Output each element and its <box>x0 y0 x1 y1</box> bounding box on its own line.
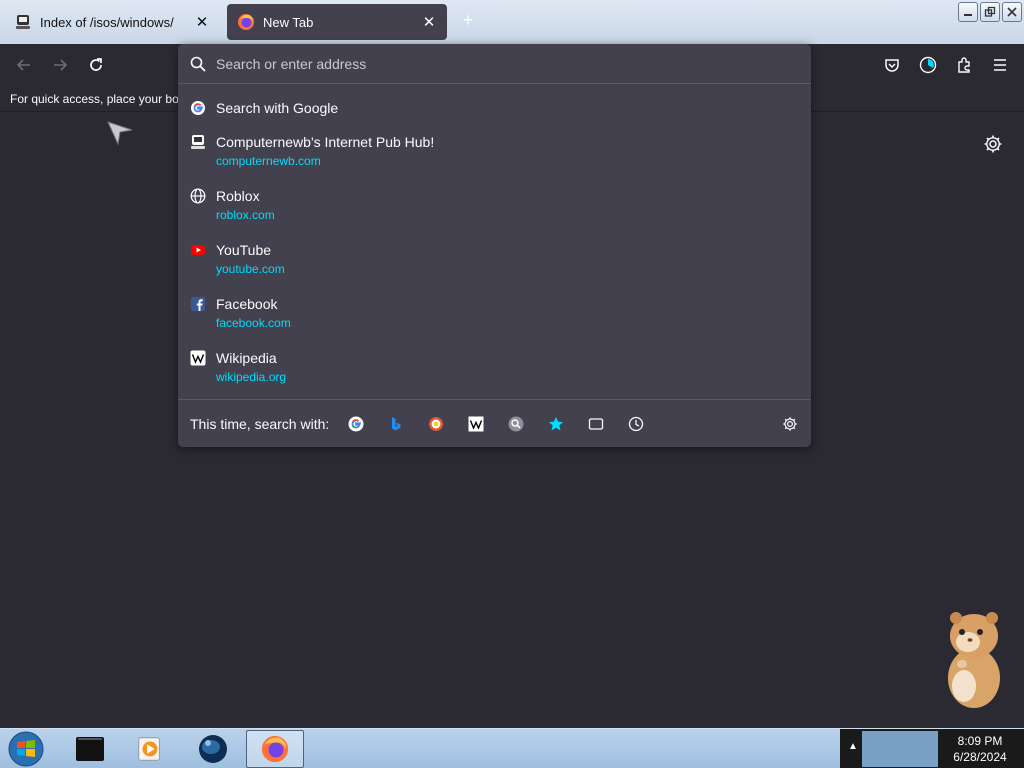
reload-button[interactable] <box>85 54 107 76</box>
menu-button[interactable] <box>989 54 1011 76</box>
search-engine-icon <box>508 416 524 432</box>
search-engine-button[interactable] <box>507 415 525 433</box>
account-button[interactable] <box>917 54 939 76</box>
close-icon <box>1007 7 1017 17</box>
result-title: YouTube <box>216 242 272 258</box>
result-title: Facebook <box>216 296 278 312</box>
result-url: wikipedia.org <box>216 370 287 384</box>
menu-icon <box>994 59 1006 71</box>
chevron-up-icon[interactable]: ▲ <box>848 741 858 755</box>
one-off-label: This time, search with: <box>190 416 330 432</box>
urlbar-results: Search with Google Computernewb's Intern… <box>178 94 811 398</box>
gear-icon <box>783 417 797 431</box>
result-title: Wikipedia <box>216 350 277 366</box>
search-suggestion[interactable]: Search with Google <box>178 94 811 128</box>
minimize-icon <box>964 14 972 16</box>
result-title: Roblox <box>216 188 260 204</box>
back-button[interactable] <box>13 54 35 76</box>
history-search-button[interactable] <box>627 415 645 433</box>
search-settings-button[interactable] <box>781 415 799 433</box>
tab-new-tab[interactable]: New Tab ✕ <box>227 4 447 40</box>
firefox-icon <box>261 735 289 763</box>
google-engine-button[interactable] <box>347 415 365 433</box>
bookmarks-search-button[interactable] <box>547 415 565 433</box>
taskbar-app-globe-browser[interactable] <box>185 730 241 768</box>
taskbar: ▲ 8:09 PM 6/28/2024 <box>0 728 1024 768</box>
firefox-icon <box>238 14 254 30</box>
google-icon <box>348 416 364 432</box>
back-arrow-icon <box>16 59 30 71</box>
result-item[interactable]: Computernewb's Internet Pub Hub! compute… <box>178 128 811 182</box>
taskbar-app-media-player[interactable] <box>122 730 178 768</box>
restore-button[interactable] <box>980 2 1000 22</box>
pocket-button[interactable] <box>881 54 903 76</box>
close-window-button[interactable] <box>1002 2 1022 22</box>
tab-index-isos[interactable]: Index of /isos/windows/ ✕ <box>4 4 220 40</box>
tab-title: Index of /isos/windows/ <box>40 14 174 30</box>
duckduckgo-icon <box>429 417 443 431</box>
bookmarks-hint: For quick access, place your bookmarks h… <box>10 92 178 106</box>
extensions-button[interactable] <box>953 54 975 76</box>
wikipedia-engine-button[interactable] <box>467 415 485 433</box>
history-icon <box>628 416 644 432</box>
server-icon <box>16 15 30 29</box>
reload-icon <box>90 58 102 71</box>
media-player-icon <box>138 737 160 761</box>
result-url: roblox.com <box>216 208 275 222</box>
forward-button[interactable] <box>49 54 71 76</box>
bookmarks-star-icon <box>549 417 563 431</box>
result-title: Computernewb's Internet Pub Hub! <box>216 134 435 150</box>
computernewb-icon <box>190 134 206 150</box>
result-item[interactable]: Facebook facebook.com <box>178 290 811 344</box>
restore-icon <box>984 6 996 17</box>
result-title: Search with Google <box>216 100 339 116</box>
search-icon <box>190 56 206 72</box>
window-controls <box>958 2 1022 22</box>
forward-arrow-icon <box>54 59 68 71</box>
duckduckgo-engine-button[interactable] <box>427 415 445 433</box>
close-tab-icon[interactable]: ✕ <box>421 14 437 31</box>
clock-time: 8:09 PM <box>957 734 1003 748</box>
google-icon <box>190 100 206 116</box>
mouse-pointer-icon <box>107 121 133 146</box>
terminal-icon <box>76 737 104 761</box>
globe-icon <box>190 188 206 204</box>
close-tab-icon[interactable]: ✕ <box>194 14 210 31</box>
taskbar-app-terminal[interactable] <box>62 730 118 768</box>
result-url: facebook.com <box>216 316 291 330</box>
result-url: youtube.com <box>216 262 285 276</box>
globe-browser-icon <box>199 735 227 763</box>
one-off-search-bar: This time, search with: <box>178 399 811 447</box>
system-tray: ▲ 8:09 PM 6/28/2024 <box>840 729 1024 768</box>
tab-title: New Tab <box>263 14 314 30</box>
clock[interactable]: 8:09 PM 6/28/2024 <box>940 733 1020 765</box>
extensions-icon <box>958 57 970 73</box>
wikipedia-icon <box>468 416 484 432</box>
urlbar-dropdown: Search with Google Computernewb's Intern… <box>178 44 811 447</box>
pocket-icon <box>885 59 899 72</box>
start-button[interactable] <box>5 731 47 767</box>
new-tab-button[interactable]: + <box>458 10 478 30</box>
tab-strip: Index of /isos/windows/ ✕ New Tab ✕ + <box>0 0 1024 44</box>
gear-icon[interactable] <box>983 134 1003 154</box>
result-item[interactable]: YouTube youtube.com <box>178 236 811 290</box>
facebook-icon <box>190 296 206 312</box>
tray-icons[interactable] <box>862 731 938 767</box>
youtube-icon <box>190 242 206 258</box>
wikipedia-icon <box>190 350 206 366</box>
tabs-icon <box>588 418 604 430</box>
bing-engine-button[interactable] <box>387 415 405 433</box>
clock-date: 6/28/2024 <box>953 750 1007 764</box>
result-url: computernewb.com <box>216 154 321 168</box>
address-input[interactable] <box>216 53 776 75</box>
result-item[interactable]: Roblox roblox.com <box>178 182 811 236</box>
taskbar-app-firefox[interactable] <box>246 730 304 768</box>
minimize-button[interactable] <box>958 2 978 22</box>
hamster-image <box>948 612 1000 708</box>
urlbar-input-row <box>178 44 811 84</box>
result-item[interactable]: Wikipedia wikipedia.org <box>178 344 811 398</box>
tabs-search-button[interactable] <box>587 415 605 433</box>
account-icon <box>919 56 937 74</box>
bing-icon <box>392 417 401 431</box>
